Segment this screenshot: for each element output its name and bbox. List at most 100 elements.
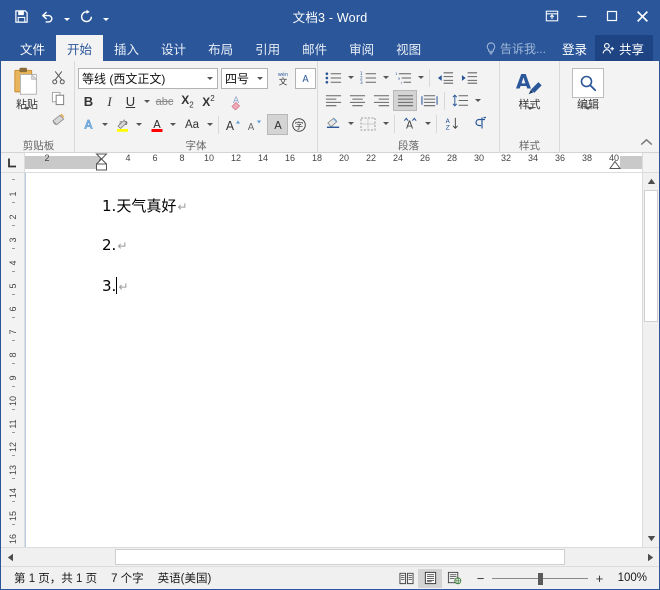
horizontal-scroll-track[interactable] — [19, 548, 641, 566]
zoom-in-button[interactable]: + — [593, 571, 606, 586]
tab-stop-selector[interactable] — [1, 153, 25, 172]
paragraph-3[interactable]: 3. ↵ — [102, 277, 128, 295]
tab-review[interactable]: 审阅 — [338, 35, 385, 61]
grow-font-button[interactable]: A — [222, 114, 243, 135]
sort-button[interactable]: AZ — [440, 113, 464, 134]
font-name-combo[interactable]: 等线 (西文正文) — [78, 67, 218, 89]
paragraph-2[interactable]: 2.↵ — [102, 236, 127, 254]
shading-dropdown-icon[interactable] — [345, 113, 356, 134]
vertical-scroll-track[interactable] — [643, 190, 659, 530]
vertical-ruler[interactable]: 1 2 3 4 5 6 7 8 9 10 11 12 13 14 15 16 1… — [1, 173, 25, 547]
align-center-button[interactable] — [345, 90, 369, 111]
close-icon[interactable] — [627, 1, 657, 31]
italic-button[interactable]: I — [99, 91, 120, 112]
maximize-icon[interactable] — [597, 1, 627, 31]
superscript-button[interactable]: X2 — [198, 91, 219, 112]
justify-button[interactable] — [393, 90, 417, 111]
distribute-button[interactable] — [417, 90, 441, 111]
text-effects-dropdown-icon[interactable] — [99, 114, 110, 135]
change-case-button[interactable]: Aa — [180, 114, 204, 135]
zoom-slider-thumb[interactable] — [538, 572, 543, 585]
shading-button[interactable] — [321, 113, 345, 134]
enclose-characters-button[interactable]: 字 — [288, 114, 309, 135]
show-formatting-marks-button[interactable] — [468, 113, 492, 134]
clear-formatting-button[interactable]: A — [225, 91, 246, 112]
text-highlight-dropdown-icon[interactable] — [133, 114, 144, 135]
zoom-slider[interactable] — [492, 572, 588, 585]
asian-layout-dropdown-icon[interactable] — [422, 113, 433, 134]
read-mode-button[interactable] — [394, 569, 418, 588]
font-size-dropdown-icon[interactable] — [253, 69, 267, 88]
zoom-level[interactable]: 100% — [611, 572, 647, 584]
font-color-button[interactable]: A — [146, 114, 167, 135]
numbering-button[interactable]: 123 — [356, 67, 380, 88]
multilevel-list-dropdown-icon[interactable] — [415, 67, 426, 88]
font-color-dropdown-icon[interactable] — [167, 114, 178, 135]
increase-indent-button[interactable] — [457, 67, 481, 88]
scroll-down-button[interactable] — [643, 530, 659, 547]
line-spacing-dropdown-icon[interactable] — [472, 90, 483, 111]
paste-button[interactable]: 粘贴 — [6, 65, 48, 124]
tab-mailings[interactable]: 邮件 — [291, 35, 338, 61]
tab-home[interactable]: 开始 — [56, 35, 104, 61]
tab-layout[interactable]: 布局 — [197, 35, 244, 61]
ribbon-display-options-icon[interactable] — [537, 1, 567, 31]
undo-dropdown-icon[interactable] — [61, 5, 72, 27]
scroll-left-button[interactable] — [1, 548, 19, 566]
tab-design[interactable]: 设计 — [150, 35, 197, 61]
font-name-dropdown-icon[interactable] — [203, 69, 217, 88]
character-shading-button[interactable]: A — [267, 114, 288, 135]
redo-icon[interactable] — [74, 5, 98, 27]
print-layout-button[interactable] — [418, 568, 442, 588]
tell-me-box[interactable]: 告诉我... — [477, 35, 554, 61]
document-area[interactable]: 1.天气真好↵ 2.↵ 3. ↵ — [25, 173, 642, 547]
subscript-button[interactable]: X2 — [177, 91, 198, 112]
bullets-dropdown-icon[interactable] — [345, 67, 356, 88]
character-border-button[interactable]: A — [295, 67, 316, 89]
share-button[interactable]: 共享 — [594, 35, 653, 61]
styles-button[interactable]: A 样式 — [505, 65, 555, 124]
align-right-button[interactable] — [369, 90, 393, 111]
scroll-right-button[interactable] — [641, 548, 659, 566]
cut-button[interactable] — [48, 67, 69, 88]
underline-dropdown-icon[interactable] — [141, 91, 152, 112]
copy-button[interactable] — [48, 88, 69, 109]
paragraph-1[interactable]: 1.天气真好↵ — [102, 195, 187, 216]
vertical-scrollbar[interactable] — [642, 173, 659, 547]
tab-insert[interactable]: 插入 — [103, 35, 150, 61]
undo-icon[interactable] — [35, 5, 59, 27]
format-painter-button[interactable] — [48, 109, 69, 130]
borders-button[interactable] — [356, 113, 380, 134]
collapse-ribbon-button[interactable] — [637, 134, 655, 150]
align-left-button[interactable] — [321, 90, 345, 111]
font-size-combo[interactable]: 四号 — [221, 67, 268, 89]
sign-in-button[interactable]: 登录 — [554, 35, 595, 61]
editing-dropdown-icon[interactable] — [585, 107, 591, 124]
change-case-dropdown-icon[interactable] — [204, 114, 215, 135]
minimize-icon[interactable] — [567, 1, 597, 31]
web-layout-button[interactable] — [442, 569, 466, 588]
text-effects-button[interactable]: A — [78, 114, 99, 135]
horizontal-scrollbar[interactable] — [1, 547, 659, 566]
tab-view[interactable]: 视图 — [385, 35, 432, 61]
underline-button[interactable]: U — [120, 91, 141, 112]
asian-layout-button[interactable]: A — [398, 113, 422, 134]
text-highlight-button[interactable]: ab — [112, 114, 133, 135]
save-icon[interactable] — [9, 5, 33, 27]
shrink-font-button[interactable]: A — [243, 114, 264, 135]
language-indicator[interactable]: 英语(美国) — [151, 570, 219, 586]
page-1[interactable]: 1.天气真好↵ 2.↵ 3. ↵ — [26, 173, 642, 547]
right-indent-marker[interactable] — [609, 159, 621, 172]
scroll-up-button[interactable] — [643, 173, 659, 190]
customize-qat-icon[interactable] — [100, 5, 111, 27]
numbering-dropdown-icon[interactable] — [380, 67, 391, 88]
phonetic-guide-button[interactable]: wén 文 — [272, 68, 293, 89]
strikethrough-button[interactable]: abc — [152, 91, 177, 112]
bold-button[interactable]: B — [78, 91, 99, 112]
horizontal-scroll-thumb[interactable] — [115, 549, 565, 565]
line-spacing-button[interactable] — [448, 90, 472, 111]
vertical-scroll-thumb[interactable] — [644, 190, 658, 322]
editing-button[interactable]: 编辑 — [565, 65, 611, 124]
zoom-out-button[interactable]: − — [474, 571, 487, 586]
borders-dropdown-icon[interactable] — [380, 113, 391, 134]
